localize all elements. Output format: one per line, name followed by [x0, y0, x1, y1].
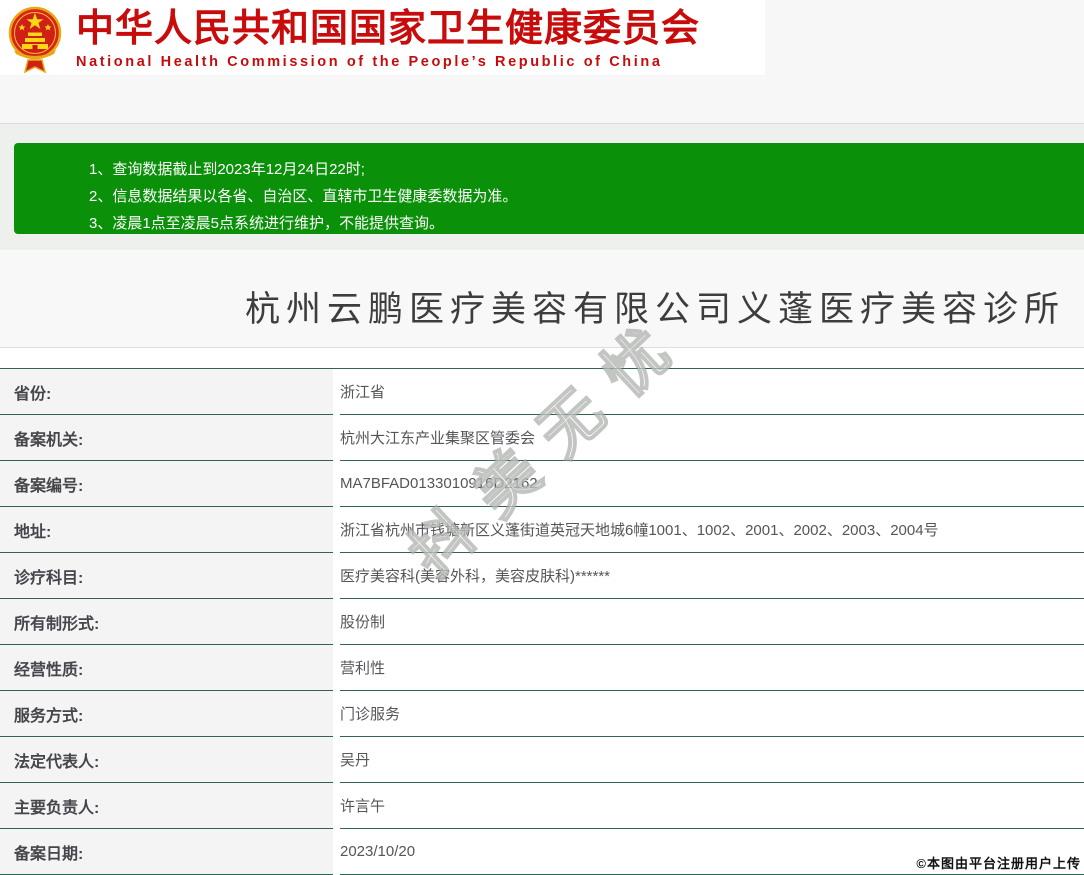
notice-box: 1、查询数据截止到2023年12月24日22时; 2、信息数据结果以各省、自治区…: [14, 143, 1084, 234]
column-gutter: [333, 553, 340, 599]
record-table: 省份: 浙江省 备案机关: 杭州大江东产业集聚区管委会 备案编号: MA7BFA…: [0, 368, 1084, 875]
facility-name: 杭州云鹏医疗美容有限公司义蓬医疗美容诊所: [0, 250, 1084, 332]
row-value: 浙江省杭州市钱塘新区义蓬街道英冠天地城6幢1001、1002、2001、2002…: [340, 507, 1084, 553]
copyright-stamp: ©本图由平台注册用户上传: [916, 853, 1081, 872]
row-value: 医疗美容科(美容外科，美容皮肤科)******: [340, 553, 1084, 599]
table-row-legal-representative: 法定代表人: 吴丹: [0, 737, 1084, 783]
row-value: 股份制: [340, 599, 1084, 645]
row-value: 浙江省: [340, 369, 1084, 415]
column-gutter: [333, 599, 340, 645]
notice-line-2: 2、信息数据结果以各省、自治区、直辖市卫生健康委数据为准。: [89, 183, 1084, 210]
table-row-filing-number: 备案编号: MA7BFAD0133010916D2162: [0, 461, 1084, 507]
column-gutter: [333, 461, 340, 507]
row-value: 门诊服务: [340, 691, 1084, 737]
notice-band: 1、查询数据截止到2023年12月24日22时; 2、信息数据结果以各省、自治区…: [0, 124, 1084, 250]
facility-title-band: 杭州云鹏医疗美容有限公司义蓬医疗美容诊所: [0, 250, 1084, 348]
row-value: 营利性: [340, 645, 1084, 691]
table-row-departments: 诊疗科目: 医疗美容科(美容外科，美容皮肤科)******: [0, 553, 1084, 599]
row-label: 法定代表人:: [0, 737, 333, 783]
header-title-en: National Health Commission of the People…: [76, 54, 700, 70]
notice-line-3: 3、凌晨1点至凌晨5点系统进行维护，不能提供查询。: [89, 210, 1084, 237]
row-label: 备案机关:: [0, 415, 333, 461]
table-row-province: 省份: 浙江省: [0, 369, 1084, 415]
page-viewport: 中华人民共和国国家卫生健康委员会 National Health Commiss…: [0, 0, 1084, 875]
header-titles: 中华人民共和国国家卫生健康委员会 National Health Commiss…: [76, 0, 700, 70]
table-row-filing-authority: 备案机关: 杭州大江东产业集聚区管委会: [0, 415, 1084, 461]
table-row-ownership: 所有制形式: 股份制: [0, 599, 1084, 645]
column-gutter: [333, 507, 340, 553]
row-label: 所有制形式:: [0, 599, 333, 645]
row-label: 地址:: [0, 507, 333, 553]
row-label: 省份:: [0, 369, 333, 415]
row-value: 许言午: [340, 783, 1084, 829]
column-gutter: [333, 415, 340, 461]
page: 中华人民共和国国家卫生健康委员会 National Health Commiss…: [0, 0, 1084, 875]
column-gutter: [333, 691, 340, 737]
row-value: 吴丹: [340, 737, 1084, 783]
notice-line-1: 1、查询数据截止到2023年12月24日22时;: [89, 156, 1084, 183]
nhc-logo: 中华人民共和国国家卫生健康委员会 National Health Commiss…: [0, 0, 765, 75]
column-gutter: [333, 829, 340, 875]
row-value: 杭州大江东产业集聚区管委会: [340, 415, 1084, 461]
column-gutter: [333, 369, 340, 415]
row-label: 备案日期:: [0, 829, 333, 875]
header-title-cn: 中华人民共和国国家卫生健康委员会: [76, 5, 700, 53]
row-label: 服务方式:: [0, 691, 333, 737]
column-gutter: [333, 645, 340, 691]
table-row-principal: 主要负责人: 许言午: [0, 783, 1084, 829]
row-label: 主要负责人:: [0, 783, 333, 829]
table-gap: [0, 348, 1084, 368]
column-gutter: [333, 737, 340, 783]
table-row-address: 地址: 浙江省杭州市钱塘新区义蓬街道英冠天地城6幢1001、1002、2001、…: [0, 507, 1084, 553]
national-emblem-icon: [8, 4, 62, 74]
site-header: 中华人民共和国国家卫生健康委员会 National Health Commiss…: [0, 0, 1084, 124]
row-label: 经营性质:: [0, 645, 333, 691]
table-row-service-mode: 服务方式: 门诊服务: [0, 691, 1084, 737]
column-gutter: [333, 783, 340, 829]
row-label: 诊疗科目:: [0, 553, 333, 599]
table-row-business-nature: 经营性质: 营利性: [0, 645, 1084, 691]
row-value: MA7BFAD0133010916D2162: [340, 461, 1084, 507]
row-label: 备案编号:: [0, 461, 333, 507]
